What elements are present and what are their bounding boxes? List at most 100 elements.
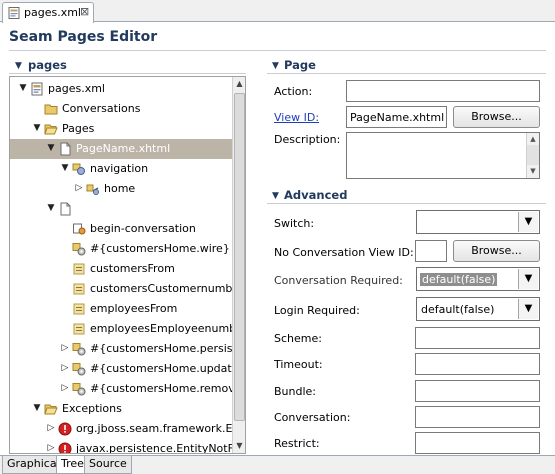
description-field[interactable]: ▲ ▼: [346, 132, 540, 179]
action-gear-icon: [72, 362, 86, 376]
xml-file-icon: [30, 82, 44, 96]
tree-row[interactable]: ▼ Exceptions: [10, 399, 232, 419]
tree-row-label: employeesFrom: [90, 302, 178, 315]
no-conversation-browse-button[interactable]: Browse...: [453, 240, 540, 262]
editor-tab-label: pages.xml: [24, 6, 81, 19]
tree-row[interactable]: ▷ #{customersHome.persist: [10, 339, 237, 359]
conversation-required-combo[interactable]: default(false) ▼: [416, 267, 540, 291]
tab-source[interactable]: Source: [84, 456, 132, 474]
login-required-combo[interactable]: default(false) ▼: [416, 297, 540, 321]
tree-row[interactable]: begin-conversation: [10, 219, 232, 239]
expand-right-icon[interactable]: ▷: [46, 423, 56, 433]
action-gear-icon: [72, 342, 86, 356]
expand-right-icon[interactable]: ▷: [46, 443, 56, 453]
expand-right-icon[interactable]: ▷: [74, 183, 84, 193]
navigation-icon: [72, 162, 86, 176]
tree-row-label: Conversations: [62, 102, 141, 115]
tree-row-label: customersFrom: [90, 262, 175, 275]
tree-row[interactable]: ▷ home: [10, 179, 232, 199]
param-icon: [72, 322, 86, 336]
expand-down-icon[interactable]: ▼: [32, 403, 42, 413]
tree-row-label: pages.xml: [48, 82, 105, 95]
tree-row-label: home: [104, 182, 136, 195]
expand-down-icon[interactable]: ▼: [32, 123, 42, 133]
tree-row[interactable]: ▷ #{customersHome.remove: [10, 379, 242, 399]
param-icon: [72, 302, 86, 316]
collapse-caret-icon[interactable]: ▼: [15, 61, 22, 71]
collapse-caret-icon[interactable]: ▼: [272, 61, 279, 71]
tree-row-label: PageName.xhtml: [76, 142, 171, 155]
chevron-down-icon[interactable]: ▼: [518, 212, 538, 232]
scheme-label: Scheme:: [274, 332, 322, 345]
expand-right-icon[interactable]: ▷: [60, 383, 70, 393]
view-id-browse-button[interactable]: Browse...: [453, 106, 540, 128]
tree-row[interactable]: ▷ org.jboss.seam.framework.Ent: [10, 419, 244, 439]
view-id-link[interactable]: View ID:: [274, 111, 319, 124]
page-file-icon: [58, 202, 72, 216]
view-id-field[interactable]: PageName.xhtml: [346, 106, 447, 128]
restrict-field[interactable]: [415, 432, 540, 454]
collapse-caret-icon[interactable]: ▼: [272, 191, 279, 201]
tree-row[interactable]: Conversations: [10, 99, 232, 119]
editor-tab-pages-xml[interactable]: pages.xml ⊠: [2, 2, 94, 23]
expand-right-icon[interactable]: ▷: [60, 363, 70, 373]
tree-row-label: javax.persistence.EntityNotFou: [76, 442, 246, 454]
action-field[interactable]: [346, 80, 540, 102]
view-id-value: PageName.xhtml: [350, 111, 445, 124]
expand-down-icon[interactable]: ▼: [46, 203, 56, 213]
close-icon[interactable]: ⊠: [80, 5, 89, 18]
param-icon: [72, 282, 86, 296]
tree-row-label: #{customersHome.remove: [90, 382, 242, 395]
scroll-down-icon[interactable]: ▼: [233, 439, 245, 453]
scroll-up-icon[interactable]: ▲: [233, 77, 245, 91]
expand-down-icon[interactable]: ▼: [46, 143, 56, 153]
tree-row[interactable]: customersFrom: [10, 259, 232, 279]
login-required-value: default(false): [421, 303, 495, 316]
bottom-tab-bar: Graphical Tree Source: [0, 455, 555, 474]
tree-row[interactable]: ▼: [10, 199, 232, 219]
tree-row[interactable]: employeesEmployeenumbe: [10, 319, 243, 339]
tree-scrollbar[interactable]: ▲ ▼: [232, 77, 245, 453]
scroll-up-icon[interactable]: ▲: [527, 133, 539, 145]
pages-tree[interactable]: ▼ pages.xml Conversations ▼ Pages ▼ PageName.x…: [9, 76, 246, 454]
no-conversation-view-id-field[interactable]: [415, 240, 447, 262]
tree-row-label: navigation: [90, 162, 149, 175]
expand-right-icon[interactable]: ▷: [60, 343, 70, 353]
tree-row[interactable]: ▼ PageName.xhtml: [10, 139, 232, 159]
switch-label: Switch:: [274, 217, 315, 230]
scheme-field[interactable]: [415, 327, 540, 349]
tree-row-label: customersCustomernumbe: [90, 282, 240, 295]
page-section-title: Page: [284, 58, 316, 72]
tree-section-separator: [9, 73, 246, 74]
tree-row[interactable]: ▷ javax.persistence.EntityNotFou: [10, 439, 245, 453]
tree-row[interactable]: ▷ #{customersHome.update: [10, 359, 238, 379]
tree-row[interactable]: ▼ navigation: [10, 159, 232, 179]
chevron-down-icon[interactable]: ▼: [518, 269, 538, 289]
exception-icon: [58, 422, 72, 436]
tree-row[interactable]: employeesFrom: [10, 299, 232, 319]
tree-row[interactable]: #{customersHome.wire}: [10, 239, 232, 259]
switch-combo[interactable]: ▼: [416, 210, 540, 234]
chevron-down-icon[interactable]: ▼: [518, 299, 538, 319]
description-scrollbar[interactable]: ▲ ▼: [526, 133, 539, 178]
tree-section-title: pages: [28, 58, 67, 72]
advanced-section-title: Advanced: [284, 188, 348, 202]
tree-row[interactable]: ▼ Pages: [10, 119, 232, 139]
timeout-field[interactable]: [415, 353, 540, 375]
bundle-field[interactable]: [415, 380, 540, 402]
expand-down-icon[interactable]: ▼: [60, 163, 70, 173]
editor-tab-bar: pages.xml ⊠: [0, 0, 555, 23]
no-conversation-view-id-label: No Conversation View ID:: [274, 246, 414, 259]
tree-row[interactable]: ▼ pages.xml: [10, 79, 232, 99]
conversation-field[interactable]: [415, 406, 540, 428]
action-icon: [72, 222, 86, 236]
scrollbar-thumb[interactable]: [234, 93, 245, 421]
tree-row[interactable]: customersCustomernumbe: [10, 279, 239, 299]
login-required-label: Login Required:: [274, 304, 360, 317]
expand-down-icon[interactable]: ▼: [18, 83, 28, 93]
scrollbar-track: [527, 145, 539, 165]
scroll-down-icon[interactable]: ▼: [527, 165, 539, 177]
